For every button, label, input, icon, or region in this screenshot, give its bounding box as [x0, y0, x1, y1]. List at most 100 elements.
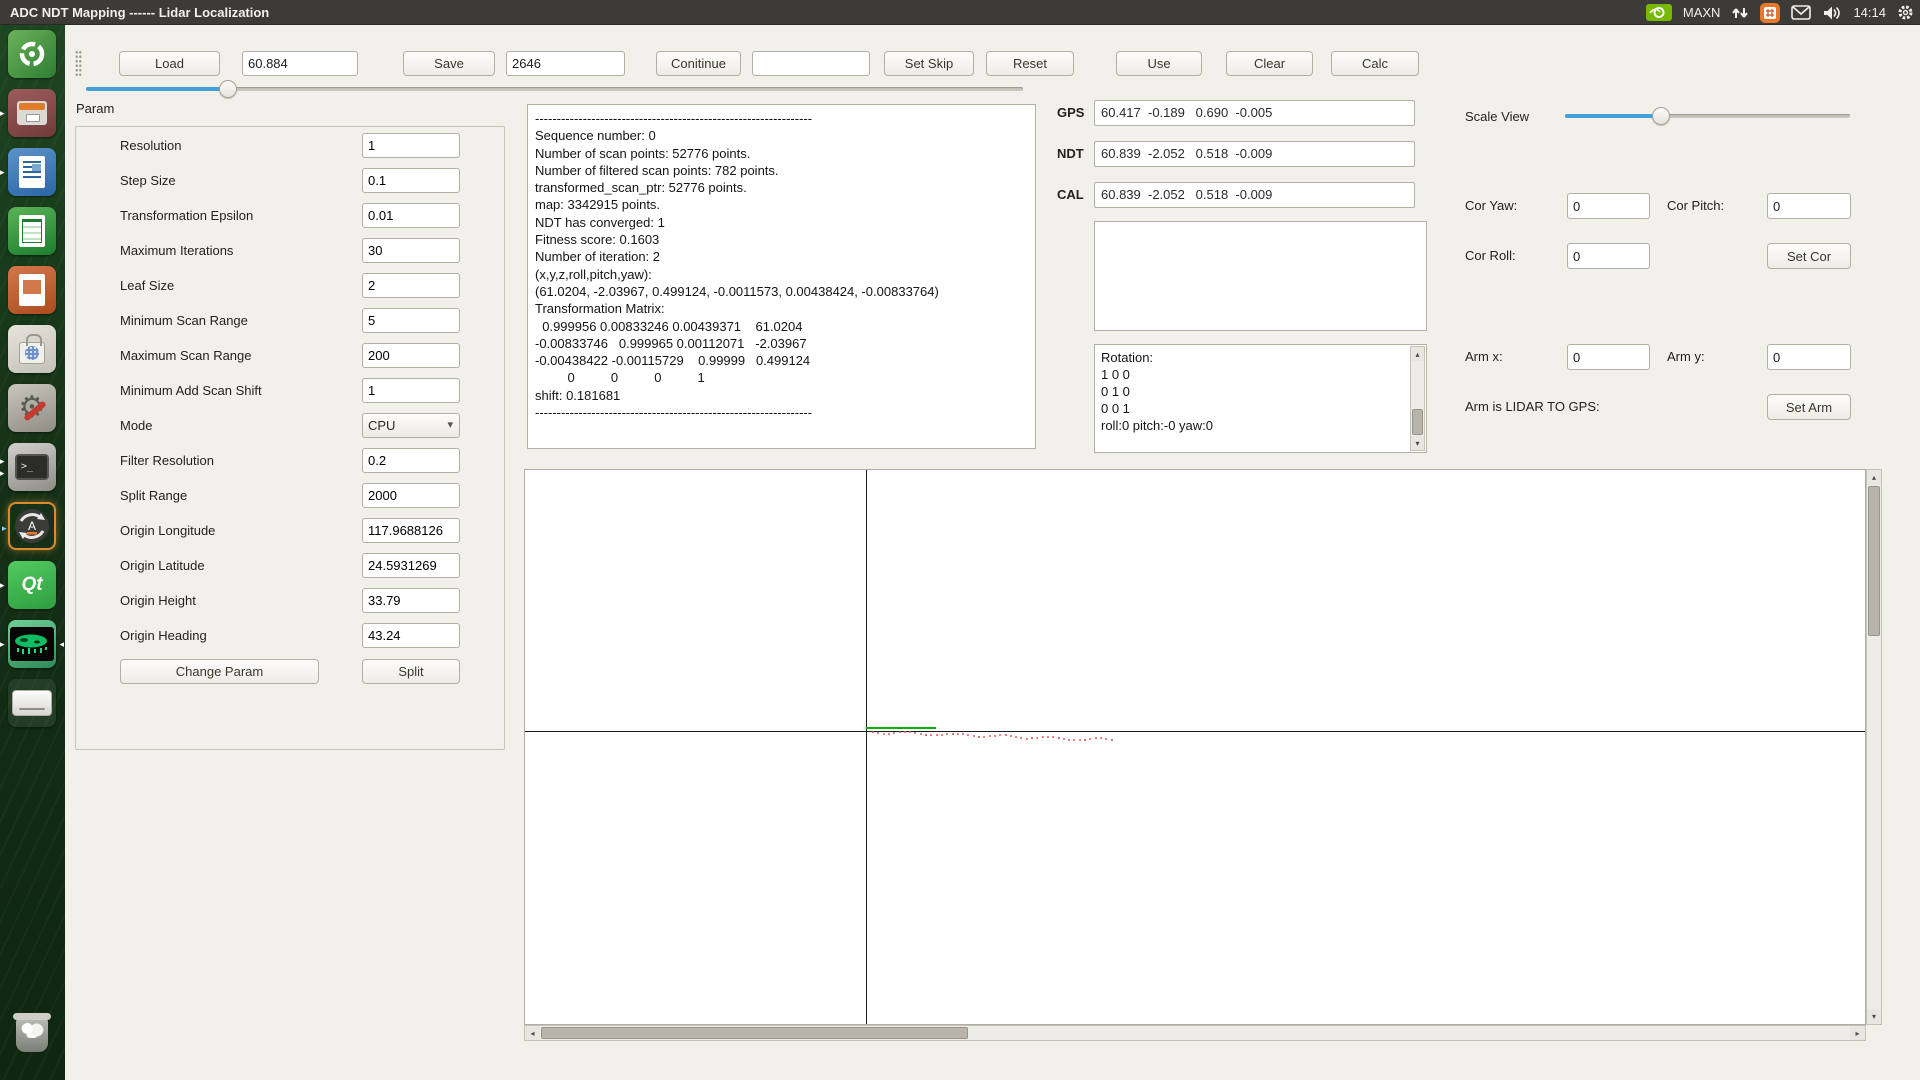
- load-value-input[interactable]: [242, 51, 358, 76]
- param-input[interactable]: [362, 553, 460, 578]
- slider-handle[interactable]: [219, 80, 237, 98]
- scale-view-slider[interactable]: [1565, 106, 1850, 126]
- session-gear-icon[interactable]: [1897, 4, 1914, 21]
- gps-scan-dot: [1095, 737, 1097, 739]
- gps-scan-dot: [1042, 736, 1044, 738]
- slider-fill: [1565, 114, 1660, 118]
- sequence-slider[interactable]: [86, 79, 1023, 99]
- ndt-value[interactable]: 60.839 -2.052 0.518 -0.009: [1094, 141, 1415, 167]
- dock-item-trash[interactable]: [8, 1008, 56, 1056]
- plot-vertical-axis: [866, 470, 867, 1024]
- gpu-mode-label: MAXN: [1683, 5, 1721, 20]
- slider-handle[interactable]: [1652, 107, 1670, 125]
- plot-canvas[interactable]: [524, 469, 1866, 1025]
- arm-x-input[interactable]: [1567, 344, 1650, 370]
- clear-button[interactable]: Clear: [1226, 51, 1313, 76]
- cor-pitch-input[interactable]: [1767, 193, 1851, 219]
- set-skip-button[interactable]: Set Skip: [884, 51, 974, 76]
- param-input[interactable]: [362, 588, 460, 613]
- scroll-up-arrow-icon[interactable]: [1867, 470, 1881, 485]
- gps-scan-dot: [941, 734, 943, 736]
- param-input[interactable]: [362, 203, 460, 228]
- split-button[interactable]: Split: [362, 659, 460, 684]
- network-updown-icon[interactable]: [1731, 5, 1749, 21]
- rotation-scrollbar[interactable]: [1410, 346, 1425, 451]
- dock-item-files[interactable]: ▸: [8, 89, 56, 137]
- dock-item-libreoffice-writer[interactable]: ▸: [8, 148, 56, 196]
- info-box-empty[interactable]: [1094, 221, 1427, 331]
- gps-scan-dot: [1073, 739, 1075, 741]
- plot-vertical-scrollbar[interactable]: [1866, 469, 1882, 1025]
- plot-vscroll-thumb[interactable]: [1868, 486, 1880, 636]
- param-input[interactable]: [362, 343, 460, 368]
- calc-button[interactable]: Calc: [1331, 51, 1419, 76]
- scroll-left-arrow-icon[interactable]: [525, 1026, 540, 1040]
- gps-scan-dot: [899, 731, 901, 733]
- scroll-down-arrow-icon[interactable]: [1867, 1009, 1881, 1024]
- gps-scan-dot: [883, 733, 885, 735]
- ndt-log[interactable]: ----------------------------------------…: [535, 110, 1029, 443]
- param-input[interactable]: [362, 518, 460, 543]
- gps-scan-dot: [1084, 739, 1086, 741]
- continue-value-input[interactable]: [752, 51, 870, 76]
- param-input[interactable]: [362, 448, 460, 473]
- volume-icon[interactable]: [1822, 5, 1842, 21]
- plot-hscroll-thumb[interactable]: [541, 1027, 968, 1039]
- gps-scan-dot: [1010, 735, 1012, 737]
- reset-button[interactable]: Reset: [986, 51, 1074, 76]
- continue-button[interactable]: Conitinue: [656, 51, 741, 76]
- use-button[interactable]: Use: [1116, 51, 1202, 76]
- dock-item-libreoffice-calc[interactable]: [8, 207, 56, 255]
- input-method-icon[interactable]: [1760, 3, 1780, 23]
- param-input[interactable]: [362, 133, 460, 158]
- nvidia-gpu-icon[interactable]: [1646, 4, 1672, 21]
- set-arm-button[interactable]: Set Arm: [1767, 394, 1851, 420]
- param-label: Origin Height: [120, 588, 196, 613]
- param-input[interactable]: [362, 168, 460, 193]
- load-button[interactable]: Load: [119, 51, 220, 76]
- cor-pitch-label: Cor Pitch:: [1667, 193, 1724, 219]
- param-input[interactable]: [362, 273, 460, 298]
- param-input[interactable]: [362, 483, 460, 508]
- mail-icon[interactable]: [1791, 5, 1811, 20]
- running-indicator-icon: ▸: [2, 524, 7, 533]
- clock: 14:14: [1853, 5, 1886, 20]
- cor-roll-input[interactable]: [1567, 243, 1650, 269]
- save-button[interactable]: Save: [403, 51, 495, 76]
- param-input[interactable]: [362, 308, 460, 333]
- mode-select[interactable]: CPU: [362, 413, 460, 438]
- toolbar-grip[interactable]: [75, 50, 82, 76]
- cor-yaw-input[interactable]: [1567, 193, 1650, 219]
- plot-horizontal-scrollbar[interactable]: [524, 1025, 1866, 1041]
- dock-item-lidar-mapping-app[interactable]: ▸◂: [8, 620, 56, 668]
- dock-item-ubuntu-dash[interactable]: [8, 30, 56, 78]
- dock-item-software-updater[interactable]: A▸: [8, 502, 56, 550]
- scroll-up-arrow-icon[interactable]: [1411, 347, 1424, 361]
- scroll-right-arrow-icon[interactable]: [1850, 1026, 1865, 1040]
- param-input[interactable]: [362, 378, 460, 403]
- app-window: Load Save Conitinue Set Skip Reset Use C…: [65, 25, 1920, 1080]
- running-indicator-icon: ▸: [0, 109, 5, 118]
- change-param-button[interactable]: Change Param: [120, 659, 319, 684]
- dock-item-qt-creator[interactable]: Qt▸: [8, 561, 56, 609]
- dock-item-ubuntu-software[interactable]: [8, 325, 56, 373]
- dock-item-terminal[interactable]: >_▸▸: [8, 443, 56, 491]
- gps-scan-dot: [925, 734, 927, 736]
- dock-item-disk-image[interactable]: [8, 679, 56, 727]
- gps-value[interactable]: 60.417 -0.189 0.690 -0.005: [1094, 100, 1415, 126]
- rotation-box[interactable]: Rotation: 1 0 0 0 1 0 0 0 1 roll:0 pitch…: [1094, 344, 1427, 453]
- dock-item-libreoffice-impress[interactable]: [8, 266, 56, 314]
- param-group-label: Param: [76, 101, 114, 116]
- param-input[interactable]: [362, 623, 460, 648]
- set-cor-button[interactable]: Set Cor: [1767, 243, 1851, 269]
- dock-item-system-settings[interactable]: ⚙: [8, 384, 56, 432]
- arm-y-input[interactable]: [1767, 344, 1851, 370]
- rotation-scroll-thumb[interactable]: [1412, 409, 1423, 435]
- gps-scan-dot: [957, 733, 959, 735]
- scroll-down-arrow-icon[interactable]: [1411, 436, 1424, 450]
- cal-value[interactable]: 60.839 -2.052 0.518 -0.009: [1094, 182, 1415, 208]
- param-input[interactable]: [362, 238, 460, 263]
- save-value-input[interactable]: [506, 51, 625, 76]
- cal-label: CAL: [1057, 182, 1084, 208]
- gps-scan-dot: [983, 736, 985, 738]
